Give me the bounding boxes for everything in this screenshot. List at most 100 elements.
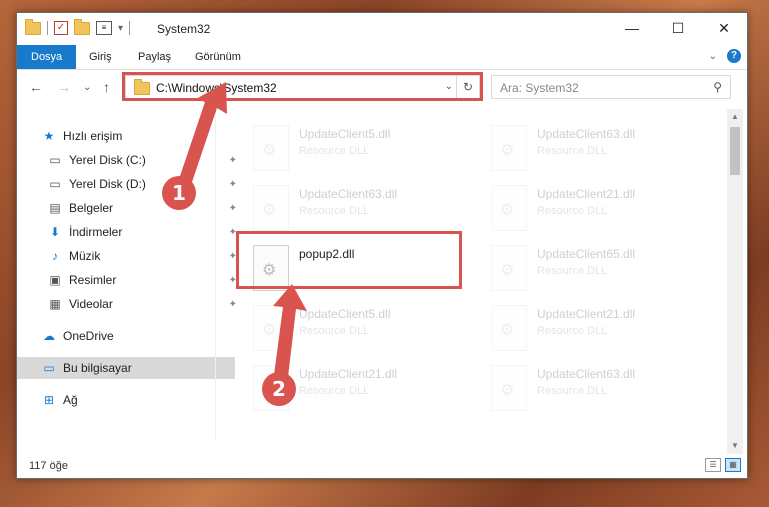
- file-item[interactable]: UpdateClient63.dll Resource DLL: [479, 359, 709, 415]
- dll-file-icon: [491, 305, 527, 351]
- maximize-button[interactable]: ☐: [655, 13, 701, 43]
- folder-icon: [134, 79, 150, 95]
- file-item[interactable]: UpdateClient63.dll Resource DLL: [479, 119, 709, 175]
- refresh-icon[interactable]: ↻: [456, 76, 479, 98]
- sidebar-item-label: Videolar: [69, 297, 113, 311]
- sidebar-item-label: Belgeler: [69, 201, 114, 215]
- address-path[interactable]: C:\Windows\System32: [156, 81, 277, 95]
- sidebar-item[interactable]: ☁ OneDrive: [17, 325, 235, 347]
- video-icon: ▦: [49, 297, 61, 311]
- file-type: Resource DLL: [537, 325, 608, 337]
- file-type: Resource DLL: [537, 205, 608, 217]
- properties-icon[interactable]: ≡: [96, 21, 112, 35]
- search-placeholder: Ara: System32: [500, 81, 579, 95]
- file-name: popup2.dll: [299, 247, 355, 261]
- sidebar-item-label: Müzik: [69, 249, 101, 263]
- file-name: UpdateClient21.dll: [537, 307, 636, 321]
- large-icons-view-icon[interactable]: ▦: [725, 458, 741, 472]
- customize-toolbar-chevron-icon[interactable]: ▾: [118, 23, 123, 34]
- close-button[interactable]: ✕: [701, 13, 747, 43]
- ribbon-tabs: Dosya Giriş Paylaş Görünüm ⌄ ?: [17, 45, 747, 70]
- properties-check-icon[interactable]: ✓: [54, 21, 68, 35]
- sidebar-item[interactable]: ★ Hızlı erişim: [17, 125, 235, 147]
- dll-file-icon: [253, 305, 289, 351]
- sidebar-item-label: Hızlı erişim: [63, 129, 123, 143]
- scroll-thumb[interactable]: [730, 127, 740, 175]
- dll-file-icon: [491, 125, 527, 171]
- toolbar-separator: [47, 21, 48, 35]
- file-item[interactable]: UpdateClient65.dll Resource DLL: [479, 239, 709, 295]
- dll-file-icon: [253, 185, 289, 231]
- pane-divider[interactable]: [215, 111, 216, 441]
- expand-ribbon-chevron-icon[interactable]: ⌄: [709, 51, 717, 62]
- scroll-down-arrow-icon[interactable]: ▼: [727, 438, 743, 454]
- sidebar-item[interactable]: ⬇ İndirmeler ✦: [17, 221, 237, 243]
- file-type: Resource DLL: [299, 325, 370, 337]
- new-folder-icon[interactable]: [74, 18, 90, 35]
- search-icon[interactable]: ⚲: [713, 80, 722, 94]
- file-name: UpdateClient63.dll: [299, 187, 398, 201]
- status-bar: 117 öğe ☰ ▦: [17, 455, 747, 477]
- folder-icon: [25, 18, 41, 35]
- sidebar-item[interactable]: ▣ Resimler ✦: [17, 269, 237, 291]
- file-type: Resource DLL: [299, 205, 370, 217]
- file-item[interactable]: UpdateClient63.dll Resource DLL: [241, 179, 471, 235]
- file-name: UpdateClient5.dll: [299, 307, 391, 321]
- toolbar-separator: [129, 21, 131, 35]
- file-type: Resource DLL: [299, 385, 370, 397]
- tab-gorunum[interactable]: Görünüm: [195, 45, 241, 69]
- recent-locations-chevron-icon[interactable]: ⌄: [83, 82, 91, 93]
- dll-file-icon: [491, 185, 527, 231]
- address-dropdown-chevron-icon[interactable]: ⌄: [445, 81, 453, 92]
- vertical-scrollbar[interactable]: ▲ ▼: [727, 109, 743, 454]
- sidebar-item[interactable]: ▭ Yerel Disk (C:) ✦: [17, 149, 237, 171]
- tab-giris[interactable]: Giriş: [89, 45, 112, 69]
- tab-paylas[interactable]: Paylaş: [138, 45, 171, 69]
- sidebar-item[interactable]: ⊞ Ağ: [17, 389, 235, 411]
- network-icon: ⊞: [43, 393, 55, 407]
- quick-access-toolbar: ✓ ≡ ▾: [25, 18, 131, 35]
- explorer-window: ✓ ≡ ▾ System32 — ☐ ✕ Dosya Giriş Paylaş …: [16, 12, 748, 479]
- file-name: UpdateClient5.dll: [299, 127, 391, 141]
- music-icon: ♪: [52, 249, 58, 263]
- up-arrow-icon[interactable]: ↑: [103, 79, 110, 95]
- sidebar-item-label: OneDrive: [63, 329, 114, 343]
- minimize-button[interactable]: —: [609, 13, 655, 43]
- forward-arrow-icon[interactable]: →: [57, 79, 71, 95]
- file-name: UpdateClient21.dll: [537, 187, 636, 201]
- file-item[interactable]: UpdateClient21.dll Resource DLL: [479, 299, 709, 355]
- address-bar[interactable]: C:\Windows\System32 ⌄ ↻: [125, 75, 480, 99]
- document-icon: ▤: [49, 201, 61, 215]
- details-view-icon[interactable]: ☰: [705, 458, 721, 472]
- title-bar: ✓ ≡ ▾ System32 — ☐ ✕: [17, 13, 747, 45]
- scroll-up-arrow-icon[interactable]: ▲: [727, 109, 743, 125]
- sidebar-item[interactable]: ▭ Bu bilgisayar: [17, 357, 235, 379]
- star-icon: ★: [43, 129, 55, 143]
- tab-dosya[interactable]: Dosya: [17, 45, 77, 69]
- item-count: 117 öğe: [29, 460, 68, 472]
- file-item[interactable]: UpdateClient5.dll Resource DLL: [241, 119, 471, 175]
- file-item[interactable]: UpdateClient5.dll Resource DLL: [241, 299, 471, 355]
- dll-file-icon: [491, 245, 527, 291]
- help-icon[interactable]: ?: [727, 49, 741, 63]
- cloud-icon: ☁: [43, 329, 55, 343]
- download-icon: ⬇: [49, 225, 61, 239]
- step-marker-1: 1: [162, 176, 196, 210]
- sidebar-item-label: Yerel Disk (D:): [69, 177, 146, 191]
- window-title: System32: [157, 22, 211, 36]
- back-arrow-icon[interactable]: ←: [29, 79, 43, 95]
- sidebar-item[interactable]: ♪ Müzik ✦: [17, 245, 237, 267]
- file-item[interactable]: popup2.dll: [241, 239, 471, 295]
- pictures-icon: ▣: [49, 273, 61, 287]
- search-input[interactable]: Ara: System32 ⚲: [491, 75, 731, 99]
- step-marker-2: 2: [262, 372, 296, 406]
- sidebar-item-label: Bu bilgisayar: [63, 361, 132, 375]
- window-controls: — ☐ ✕: [609, 13, 747, 43]
- file-name: UpdateClient63.dll: [537, 127, 636, 141]
- sidebar-item-label: Resimler: [69, 273, 117, 287]
- sidebar-item[interactable]: ▦ Videolar ✦: [17, 293, 237, 315]
- file-name: UpdateClient65.dll: [537, 247, 636, 261]
- file-item[interactable]: UpdateClient21.dll Resource DLL: [479, 179, 709, 235]
- file-name: UpdateClient63.dll: [537, 367, 636, 381]
- file-type: Resource DLL: [537, 385, 608, 397]
